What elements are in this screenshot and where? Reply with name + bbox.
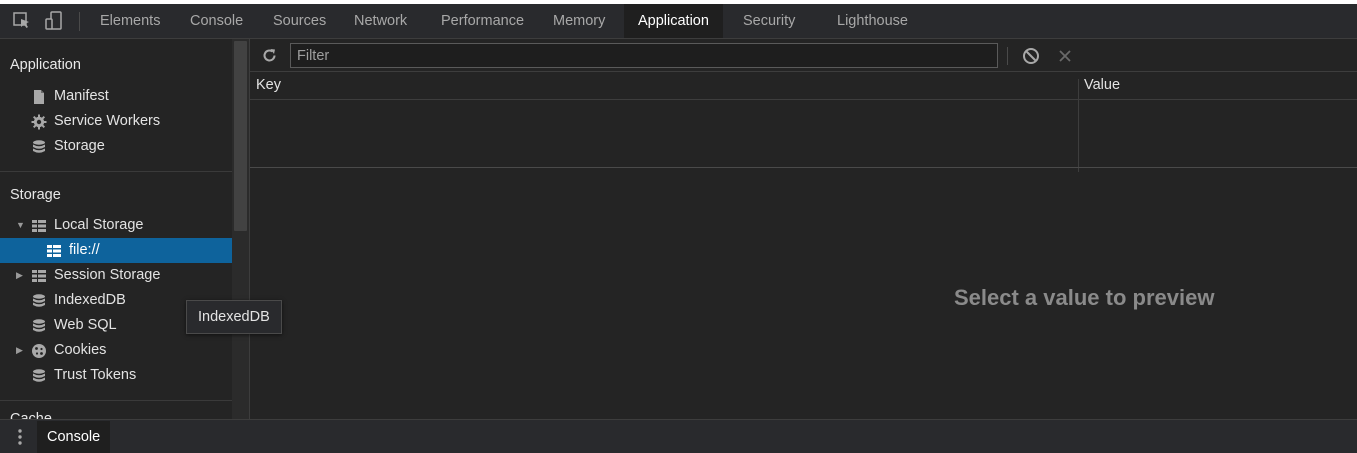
sidebar-item-label: Storage <box>54 138 105 154</box>
sidebar-item-label: file:// <box>69 242 100 258</box>
sidebar-item-label: Service Workers <box>54 113 161 129</box>
storage-toolbar <box>250 39 1357 72</box>
tab-lighthouse[interactable]: Lighthouse <box>837 4 908 38</box>
more-options-icon[interactable] <box>12 427 28 447</box>
gear-icon <box>31 114 47 130</box>
table-icon <box>31 268 47 284</box>
tab-application[interactable]: Application <box>624 4 723 38</box>
sidebar-item-cookies[interactable]: ▶ Cookies <box>0 338 232 363</box>
sidebar-item-label: Manifest <box>54 88 109 104</box>
devtools-window: Elements Console Sources Network Perform… <box>0 4 1357 453</box>
tab-network[interactable]: Network <box>354 4 407 38</box>
database-icon <box>31 318 47 334</box>
tab-sources[interactable]: Sources <box>273 4 326 38</box>
section-title-application: Application <box>10 57 81 73</box>
clear-all-icon[interactable] <box>1022 47 1040 65</box>
storage-table-body[interactable] <box>250 100 1357 168</box>
sidebar-item-trust-tokens[interactable]: Trust Tokens <box>0 363 232 388</box>
inspect-element-icon[interactable] <box>12 11 32 31</box>
sidebar-item-label: IndexedDB <box>54 292 126 308</box>
table-icon <box>31 218 47 234</box>
sidebar-item-storage[interactable]: Storage <box>0 134 232 159</box>
sidebar-item-label: Local Storage <box>54 217 144 233</box>
expanded-arrow-icon[interactable]: ▼ <box>16 213 25 238</box>
tab-console[interactable]: Console <box>190 4 243 38</box>
filter-input[interactable] <box>290 43 998 68</box>
sidebar-item-label: Web SQL <box>54 317 117 333</box>
section-title-cache: Cache <box>10 411 52 419</box>
storage-table-header: Key Value <box>250 72 1357 100</box>
sidebar-item-manifest[interactable]: Manifest <box>0 84 232 109</box>
tab-bar-separator <box>79 12 80 31</box>
database-icon <box>31 139 47 155</box>
sidebar-item-local-storage-file[interactable]: file:// <box>0 238 232 263</box>
section-divider <box>0 171 232 172</box>
section-divider <box>0 400 232 401</box>
sidebar-item-local-storage[interactable]: ▼ Local Storage <box>0 213 232 238</box>
tooltip: IndexedDB <box>186 300 282 334</box>
application-sidebar: Application Manifest Service Workers Sto… <box>0 39 232 419</box>
drawer-tab-bar: Console <box>0 419 1357 453</box>
tab-performance[interactable]: Performance <box>441 4 524 38</box>
database-icon <box>31 368 47 384</box>
collapsed-arrow-icon[interactable]: ▶ <box>16 263 23 288</box>
section-title-storage: Storage <box>10 187 61 203</box>
sidebar-item-label: Cookies <box>54 342 107 358</box>
sidebar-item-service-workers[interactable]: Service Workers <box>0 109 232 134</box>
delete-selected-icon[interactable] <box>1056 47 1074 65</box>
tab-memory[interactable]: Memory <box>553 4 605 38</box>
tab-elements[interactable]: Elements <box>100 4 160 38</box>
refresh-icon[interactable] <box>261 47 278 64</box>
sidebar-item-session-storage[interactable]: ▶ Session Storage <box>0 263 232 288</box>
tab-security[interactable]: Security <box>743 4 795 38</box>
table-icon <box>46 243 62 259</box>
devtools-tab-bar: Elements Console Sources Network Perform… <box>0 4 1357 39</box>
toolbar-separator <box>1007 47 1008 65</box>
preview-placeholder: Select a value to preview <box>954 285 1215 310</box>
sidebar-scrollbar-thumb[interactable] <box>234 41 247 231</box>
cookie-icon <box>31 343 47 359</box>
file-icon <box>31 89 47 105</box>
sidebar-scrollbar[interactable] <box>232 39 249 419</box>
column-header-key[interactable]: Key <box>256 72 281 99</box>
column-header-value[interactable]: Value <box>1084 72 1120 99</box>
device-toolbar-icon[interactable] <box>44 11 64 31</box>
sidebar-item-label: Trust Tokens <box>54 367 137 383</box>
sidebar-item-label: Session Storage <box>54 267 161 283</box>
database-icon <box>31 293 47 309</box>
drawer-tab-console[interactable]: Console <box>37 421 111 453</box>
collapsed-arrow-icon[interactable]: ▶ <box>16 338 23 363</box>
local-storage-panel: Key Value Select a value to preview <box>250 39 1357 419</box>
